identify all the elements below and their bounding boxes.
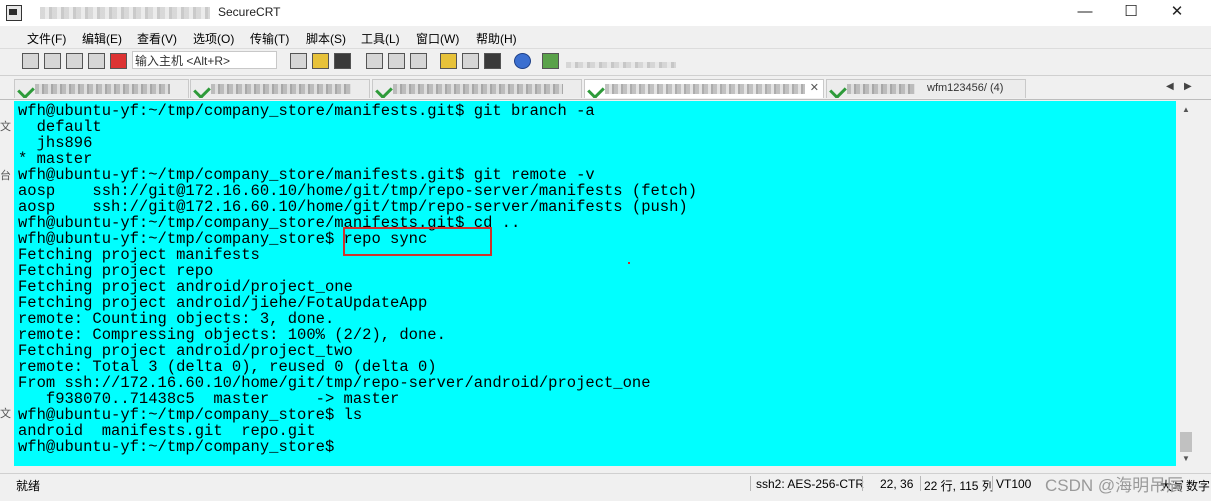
tab-scroll-left-icon[interactable]: ◀ bbox=[1166, 81, 1174, 92]
menu-script[interactable]: 脚本(S) bbox=[306, 30, 346, 47]
connected-check-icon bbox=[587, 81, 605, 98]
menu-edit[interactable]: 编辑(E) bbox=[82, 30, 122, 47]
menu-options[interactable]: 选项(O) bbox=[193, 30, 234, 47]
redacted-tab-label bbox=[211, 84, 351, 94]
scrollbar-thumb[interactable] bbox=[1180, 432, 1192, 452]
sftp-icon[interactable] bbox=[542, 53, 559, 69]
menu-file[interactable]: 文件(F) bbox=[27, 30, 66, 47]
menu-bar: 文件(F) 编辑(E) 查看(V) 选项(O) 传输(T) 脚本(S) 工具(L… bbox=[0, 26, 1211, 49]
securecrt-app-icon[interactable] bbox=[6, 5, 22, 21]
status-cursor-position: 22, 36 bbox=[880, 477, 914, 491]
redacted-title-segment bbox=[40, 7, 210, 19]
terminal-scrollbar[interactable]: ▲ ▼ bbox=[1178, 101, 1194, 466]
terminal-line: wfh@ubuntu-yf:~/tmp/company_store$ ls bbox=[18, 406, 363, 424]
menu-window[interactable]: 窗口(W) bbox=[416, 30, 459, 47]
terminal-output[interactable]: wfh@ubuntu-yf:~/tmp/company_store/manife… bbox=[14, 101, 1176, 466]
terminal-line: aosp ssh://git@172.16.60.10/home/git/tmp… bbox=[18, 198, 688, 216]
find-icon[interactable] bbox=[334, 53, 351, 69]
status-ready: 就绪 bbox=[16, 479, 41, 493]
securecrt-window: SecureCRT — ☐ ✕ 文件(F) 编辑(E) 查看(V) 选项(O) … bbox=[0, 0, 1211, 501]
menu-transfer[interactable]: 传输(T) bbox=[250, 30, 289, 47]
menu-view[interactable]: 查看(V) bbox=[137, 30, 177, 47]
session-tab[interactable] bbox=[14, 79, 189, 98]
help-icon[interactable] bbox=[514, 53, 531, 69]
terminal-line: default bbox=[18, 118, 102, 136]
terminal-line: Fetching project android/project_one bbox=[18, 278, 353, 296]
session-tab-active[interactable]: ✕ bbox=[584, 79, 824, 98]
terminal-line: Fetching project manifests bbox=[18, 246, 260, 264]
terminal-line: aosp ssh://git@172.16.60.10/home/git/tmp… bbox=[18, 182, 698, 200]
connected-check-icon bbox=[193, 81, 211, 98]
session-tab[interactable]: wfm123456/ (4) bbox=[826, 79, 1026, 98]
redacted-tab-label bbox=[605, 84, 805, 94]
redacted-tab-label bbox=[35, 84, 170, 94]
terminal-line: f938070..71438c5 master -> master bbox=[18, 390, 400, 408]
disconnect-icon[interactable] bbox=[110, 53, 127, 69]
session-tab-strip: ✕ wfm123456/ (4) ◀ ▶ bbox=[0, 77, 1211, 100]
background-text-fragment: 文 bbox=[0, 408, 11, 420]
redacted-tab-label bbox=[847, 84, 915, 94]
print-setup-icon[interactable] bbox=[366, 53, 383, 69]
close-button[interactable]: ✕ bbox=[1154, 0, 1200, 26]
paste-icon[interactable] bbox=[312, 53, 329, 69]
terminal-line: From ssh://172.16.60.10/home/git/tmp/rep… bbox=[18, 374, 651, 392]
status-separator bbox=[750, 476, 751, 491]
menu-help[interactable]: 帮助(H) bbox=[476, 30, 517, 47]
terminal-line: Fetching project repo bbox=[18, 262, 214, 280]
redacted-tab-label bbox=[393, 84, 563, 94]
redacted-toolbar-segment bbox=[566, 62, 676, 68]
window-title: SecureCRT bbox=[218, 5, 281, 19]
connect-in-tab-icon[interactable] bbox=[66, 53, 83, 69]
session-tab[interactable] bbox=[372, 79, 582, 98]
print-screen-icon[interactable] bbox=[410, 53, 427, 69]
status-terminal-size: 22 行, 115 列 bbox=[924, 479, 994, 493]
menu-tools[interactable]: 工具(L) bbox=[361, 30, 400, 47]
terminal-line: Fetching project android/project_two bbox=[18, 342, 353, 360]
status-separator bbox=[920, 476, 921, 491]
status-terminal-type: VT100 bbox=[996, 477, 1032, 491]
terminal-line: remote: Compressing objects: 100% (2/2),… bbox=[18, 326, 446, 344]
background-text-fragment: 文 bbox=[0, 121, 11, 133]
terminal-line: wfh@ubuntu-yf:~/tmp/company_store/manife… bbox=[18, 102, 595, 120]
status-encryption: ssh2: AES-256-CTR bbox=[756, 477, 865, 491]
minimize-button[interactable]: — bbox=[1062, 0, 1108, 26]
terminal-line: Fetching project android/jiehe/FotaUpdat… bbox=[18, 294, 428, 312]
terminal-line: wfh@ubuntu-yf:~/tmp/company_store$ bbox=[18, 438, 335, 456]
repo-sync-highlight-box bbox=[343, 227, 492, 256]
connected-check-icon bbox=[375, 81, 393, 98]
scroll-up-icon[interactable]: ▲ bbox=[1178, 103, 1194, 117]
background-text-fragment: 台 bbox=[0, 170, 11, 182]
terminal-line: * master bbox=[18, 150, 93, 168]
status-separator bbox=[862, 476, 863, 491]
scroll-down-icon[interactable]: ▼ bbox=[1178, 452, 1194, 466]
terminal-line: wfh@ubuntu-yf:~/tmp/company_store/manife… bbox=[18, 166, 595, 184]
print-icon[interactable] bbox=[388, 53, 405, 69]
session-tab[interactable] bbox=[190, 79, 370, 98]
connected-check-icon bbox=[17, 81, 35, 98]
connected-check-icon bbox=[829, 81, 847, 98]
status-num: 数字 bbox=[1186, 479, 1211, 493]
terminal-line: jhs896 bbox=[18, 134, 93, 152]
annotation-dot bbox=[628, 262, 630, 264]
quick-connect-icon[interactable] bbox=[44, 53, 61, 69]
reconnect-icon[interactable] bbox=[88, 53, 105, 69]
key-icon[interactable] bbox=[484, 53, 501, 69]
maximize-button[interactable]: ☐ bbox=[1108, 0, 1154, 26]
session-tab-label: wfm123456/ (4) bbox=[927, 82, 1004, 94]
terminal-line: remote: Counting objects: 3, done. bbox=[18, 310, 335, 328]
csdn-watermark: CSDN @海明吊辰 bbox=[1045, 476, 1184, 495]
status-separator bbox=[992, 476, 993, 491]
connect-icon[interactable] bbox=[22, 53, 39, 69]
tab-scroll-right-icon[interactable]: ▶ bbox=[1184, 81, 1192, 92]
title-bar: SecureCRT — ☐ ✕ bbox=[0, 0, 1211, 26]
session-options-icon[interactable] bbox=[440, 53, 457, 69]
copy-icon[interactable] bbox=[290, 53, 307, 69]
status-bar: 就绪 ssh2: AES-256-CTR 22, 36 22 行, 115 列 … bbox=[0, 473, 1211, 494]
terminal-line: remote: Total 3 (delta 0), reused 0 (del… bbox=[18, 358, 437, 376]
global-options-icon[interactable] bbox=[462, 53, 479, 69]
terminal-line: android manifests.git repo.git bbox=[18, 422, 316, 440]
host-input[interactable]: 输入主机 <Alt+R> bbox=[132, 51, 277, 69]
tab-close-icon[interactable]: ✕ bbox=[810, 81, 819, 94]
